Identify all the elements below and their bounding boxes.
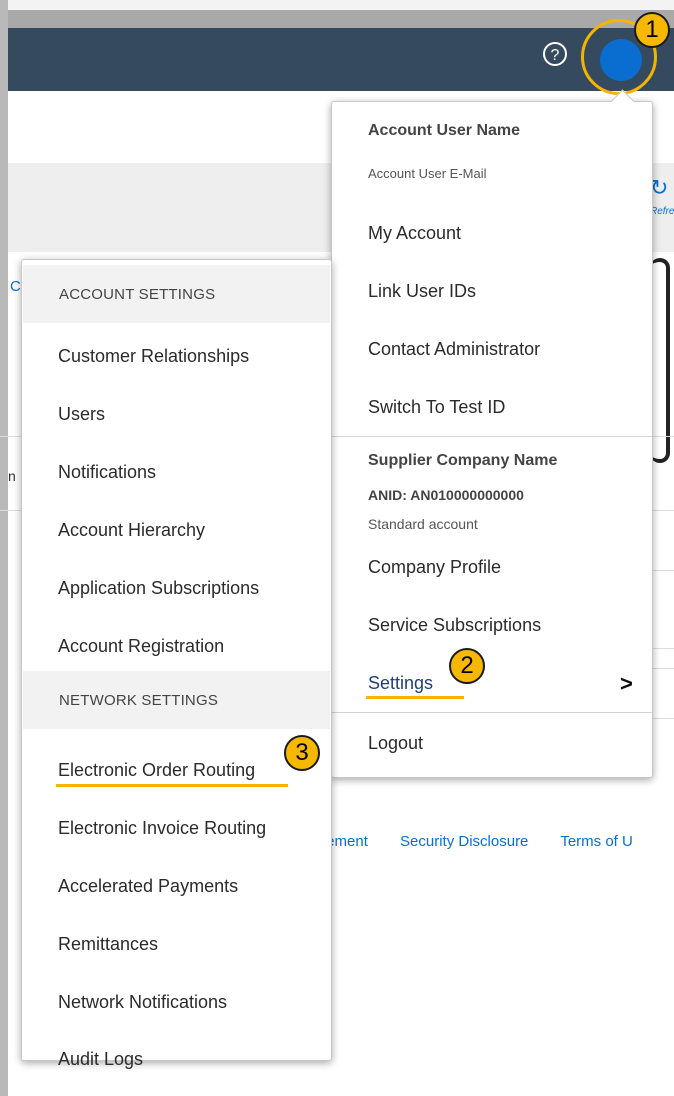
left-border (0, 0, 8, 1096)
submenu-item-accelerated-payments[interactable]: Accelerated Payments (58, 876, 238, 897)
submenu-item-users[interactable]: Users (58, 404, 105, 425)
submenu-item-remittances[interactable]: Remittances (58, 934, 158, 955)
menu-item-company-profile[interactable]: Company Profile (368, 557, 501, 578)
footer-link-terms[interactable]: Terms of U (560, 833, 633, 850)
submenu-item-account-hierarchy[interactable]: Account Hierarchy (58, 520, 205, 541)
shell-bar (0, 28, 674, 91)
submenu-item-application-subscriptions[interactable]: Application Subscriptions (58, 578, 259, 599)
partial-link[interactable]: C (10, 278, 21, 295)
account-settings-title: ACCOUNT SETTINGS (59, 286, 216, 303)
menu-item-link-user-ids[interactable]: Link User IDs (368, 281, 476, 302)
menu-item-settings[interactable]: Settings (368, 673, 433, 694)
menu-separator (332, 712, 652, 713)
anid-value: ANID: AN010000000000 (368, 487, 524, 503)
top-edge (0, 0, 674, 10)
submenu-item-notifications[interactable]: Notifications (58, 462, 156, 483)
submenu-item-network-notifications[interactable]: Network Notifications (58, 992, 227, 1013)
step-badge-3: 3 (284, 735, 320, 771)
step-badge-2: 2 (449, 648, 485, 684)
settings-highlight-underline (366, 696, 464, 699)
order-routing-highlight-underline (56, 784, 288, 787)
menu-separator (332, 436, 652, 437)
partial-text: n (8, 468, 16, 484)
menu-item-switch-to-test-id[interactable]: Switch To Test ID (368, 397, 505, 418)
submenu-item-account-registration[interactable]: Account Registration (58, 636, 224, 657)
footer-link-security[interactable]: Security Disclosure (400, 833, 528, 850)
submenu-item-customer-relationships[interactable]: Customer Relationships (58, 346, 249, 367)
network-settings-header: NETWORK SETTINGS (23, 671, 330, 729)
account-settings-header: ACCOUNT SETTINGS (23, 265, 330, 323)
background-panel-edge (650, 258, 670, 463)
footer-links: tement Security Disclosure Terms of U (322, 833, 661, 850)
account-menu: Account User Name Account User E-Mail My… (331, 89, 653, 778)
chevron-right-icon: > (620, 671, 633, 696)
submenu-item-audit-logs[interactable]: Audit Logs (58, 1049, 143, 1070)
account-type: Standard account (368, 516, 478, 532)
menu-item-logout[interactable]: Logout (368, 733, 423, 754)
menu-item-service-subscriptions[interactable]: Service Subscriptions (368, 615, 541, 636)
supplier-company-name: Supplier Company Name (368, 452, 558, 469)
account-user-name: Account User Name (368, 122, 521, 139)
menu-item-my-account[interactable]: My Account (368, 223, 461, 244)
help-icon[interactable]: ? (543, 42, 567, 66)
network-settings-title: NETWORK SETTINGS (59, 692, 219, 709)
submenu-item-electronic-order-routing[interactable]: Electronic Order Routing (58, 760, 255, 781)
account-user-email: Account User E-Mail (368, 166, 487, 181)
screenshot-frame: ? 1 ↻ Refres C n tement Security Disclos… (0, 0, 674, 1096)
step-badge-1: 1 (634, 12, 670, 48)
settings-submenu: ACCOUNT SETTINGS Customer Relationships … (21, 259, 332, 1069)
menu-item-contact-administrator[interactable]: Contact Administrator (368, 339, 540, 360)
refresh-label[interactable]: Refres (650, 206, 674, 217)
submenu-item-electronic-invoice-routing[interactable]: Electronic Invoice Routing (58, 818, 266, 839)
